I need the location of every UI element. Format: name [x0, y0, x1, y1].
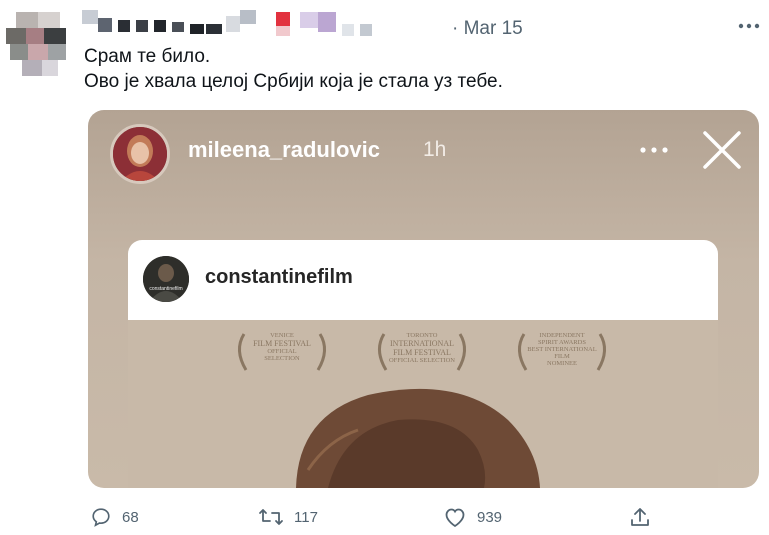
tweet-text: Срам те било. Ово је хвала целој Србији … [84, 44, 503, 94]
story-time: 1h [423, 138, 447, 161]
story-avatar [110, 124, 170, 184]
shared-post-avatar-caption: constantinefilm [149, 286, 182, 292]
story-username: mileena_radulovic [188, 137, 380, 162]
like-button[interactable]: 939 [443, 506, 502, 528]
reply-count: 68 [122, 508, 139, 526]
tweet-media-image[interactable]: mileena_radulovic 1h constantinefilm con… [88, 110, 759, 488]
shared-post-header: constantinefilm constantinefilm [128, 240, 718, 320]
tweet-timestamp[interactable]: · Mar 15 [452, 18, 523, 40]
share-icon [631, 508, 649, 526]
author-avatar[interactable] [6, 12, 70, 76]
film-poster: VENICE FILM FESTIVAL OFFICIAL SELECTION … [128, 320, 718, 488]
share-button[interactable] [629, 506, 651, 528]
retweet-icon [259, 509, 283, 525]
heart-icon [445, 508, 465, 528]
shared-post-avatar: constantinefilm [143, 256, 189, 302]
like-count: 939 [477, 508, 503, 526]
author-name-censored[interactable] [80, 10, 420, 40]
poster-figure-hair [296, 388, 540, 488]
story-more-icon [636, 138, 672, 162]
reply-icon [92, 508, 110, 527]
story-close-icon [701, 129, 743, 171]
retweet-button[interactable]: 117 [258, 506, 318, 528]
tweet-text-line-1: Срам те било. [84, 46, 211, 67]
more-options-icon[interactable] [735, 14, 763, 38]
retweet-count: 117 [294, 508, 318, 526]
tweet-text-line-2: Ово је хвала целој Србији која је стала … [84, 71, 503, 92]
shared-post-username: constantinefilm [205, 266, 353, 288]
tweet-actions: 68 117 939 [0, 500, 769, 535]
reply-button[interactable]: 68 [90, 506, 139, 528]
